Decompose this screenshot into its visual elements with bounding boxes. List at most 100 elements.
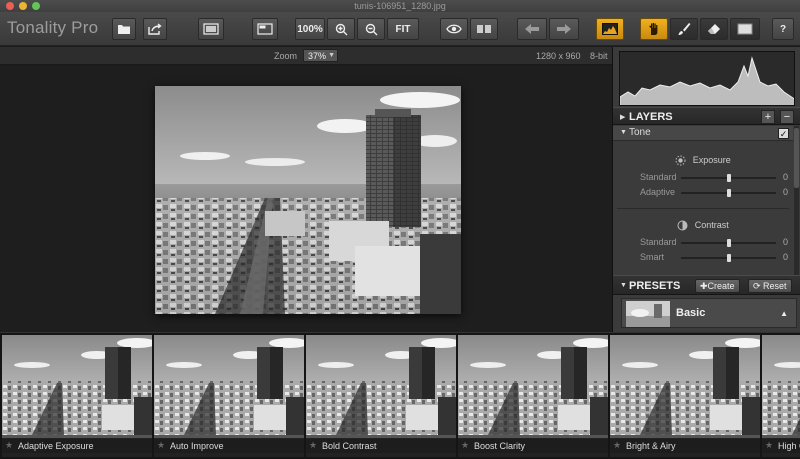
slider-label: Adaptive	[640, 187, 676, 197]
star-icon[interactable]: ★	[613, 440, 621, 451]
exposure-adaptive-slider[interactable]: Adaptive 0	[613, 186, 793, 200]
brush-tool-button[interactable]	[670, 18, 698, 40]
redo-button[interactable]	[549, 18, 579, 40]
tone-layer-label: Tone	[629, 127, 651, 138]
scrollbar-thumb[interactable]	[794, 128, 799, 188]
preset-caption: ★ Boost Clarity	[458, 439, 608, 453]
preview-button[interactable]	[440, 18, 468, 40]
image-canvas[interactable]	[0, 66, 612, 332]
zoom-in-icon	[335, 23, 347, 35]
hand-tool-button[interactable]	[640, 18, 668, 40]
exposure-icon	[675, 155, 686, 166]
layers-title: LAYERS	[629, 111, 673, 123]
preset-caption: ★ Bright & Airy	[610, 439, 760, 453]
preset-filmstrip: ★ Adaptive Exposure ★ Auto Improve ★ Bol…	[0, 332, 800, 459]
reset-preset-button[interactable]: ⟳ Reset	[748, 279, 792, 293]
preset-label: Boost Clarity	[474, 441, 526, 451]
contrast-group-title: Contrast	[613, 220, 793, 231]
contrast-standard-slider[interactable]: Standard 0	[613, 236, 793, 250]
preset-thumb-0[interactable]: ★ Adaptive Exposure	[2, 335, 152, 457]
single-view-icon	[257, 23, 273, 35]
tone-layer-row[interactable]: ▼ Tone ✓	[613, 126, 793, 141]
single-view-button[interactable]	[252, 18, 278, 40]
compare-view-button[interactable]	[198, 18, 224, 40]
photo-preview[interactable]	[155, 86, 461, 314]
layers-header[interactable]: ▶ LAYERS + −	[613, 107, 800, 125]
presets-header[interactable]: ▼ PRESETS ✚Create ⟳ Reset	[613, 275, 800, 295]
slider-knob[interactable]	[726, 189, 731, 197]
presets-title: PRESETS	[629, 280, 681, 292]
thumb-divider	[610, 435, 760, 438]
preset-label: Bright & Airy	[626, 441, 676, 451]
zoom-out-button[interactable]	[357, 18, 385, 40]
histogram-toggle-button[interactable]	[596, 18, 624, 40]
remove-layer-button[interactable]: −	[780, 110, 794, 124]
layers-scrollbar[interactable]	[794, 126, 799, 277]
undo-button[interactable]	[517, 18, 547, 40]
preset-caption: ★ Auto Improve	[154, 439, 304, 453]
preset-preview	[762, 335, 800, 435]
split-view-icon	[477, 25, 491, 33]
star-icon[interactable]: ★	[157, 440, 165, 451]
preset-preview-image	[306, 335, 456, 435]
preset-thumb-3[interactable]: ★ Boost Clarity	[458, 335, 608, 457]
group-divider	[617, 208, 789, 209]
preset-caption: ★ Bold Contrast	[306, 439, 456, 453]
preset-thumb-5[interactable]: ★ High C	[762, 335, 800, 457]
contrast-smart-slider[interactable]: Smart 0	[613, 251, 793, 265]
zoom-select[interactable]: 37% ▼	[303, 49, 338, 62]
city-photo-image	[155, 86, 461, 314]
undo-arrow-icon	[525, 24, 539, 34]
compare-view-icon	[203, 23, 219, 35]
chevron-up-icon[interactable]: ▲	[780, 309, 788, 318]
zoom-in-button[interactable]	[327, 18, 355, 40]
zoom-100-button[interactable]: 100%	[295, 18, 325, 40]
preset-preview-image	[762, 335, 800, 435]
preset-thumb-2[interactable]: ★ Bold Contrast	[306, 335, 456, 457]
eraser-tool-button[interactable]	[700, 18, 728, 40]
preset-preview-image	[2, 335, 152, 435]
slider-value: 0	[783, 187, 789, 197]
tone-layer-checkbox[interactable]: ✓	[778, 128, 789, 139]
preset-label: High C	[778, 441, 800, 451]
mask-view-icon	[737, 23, 753, 35]
open-file-button[interactable]	[112, 18, 136, 40]
create-preset-button[interactable]: ✚Create	[695, 279, 740, 293]
hand-tool-icon	[649, 23, 658, 35]
preset-preview	[154, 335, 304, 435]
preset-preview-image	[610, 335, 760, 435]
image-dimensions: 1280 x 960	[536, 51, 581, 61]
share-icon	[148, 23, 162, 35]
disclosure-right-icon: ▶	[620, 114, 626, 121]
fit-button[interactable]: FIT	[387, 18, 419, 40]
redo-arrow-icon	[557, 24, 571, 34]
slider-label: Standard	[640, 237, 677, 247]
preset-preview	[458, 335, 608, 435]
slider-value: 0	[783, 172, 789, 182]
toolbar: Tonality Pro 100% FIT ?	[0, 12, 800, 46]
slider-knob[interactable]	[726, 239, 731, 247]
preset-category-basic[interactable]: Basic ▲	[621, 298, 797, 328]
preset-thumb-4[interactable]: ★ Bright & Airy	[610, 335, 760, 457]
help-button[interactable]: ?	[772, 18, 794, 40]
split-view-button[interactable]	[470, 18, 498, 40]
add-layer-button[interactable]: +	[761, 110, 775, 124]
folder-icon	[118, 25, 130, 34]
contrast-icon	[677, 220, 688, 231]
star-icon[interactable]: ★	[309, 440, 317, 451]
thumb-divider	[2, 435, 152, 438]
preset-thumb-1[interactable]: ★ Auto Improve	[154, 335, 304, 457]
preset-label: Auto Improve	[170, 441, 224, 451]
contrast-label: Contrast	[694, 220, 729, 230]
star-icon[interactable]: ★	[765, 440, 773, 451]
mask-view-button[interactable]	[730, 18, 760, 40]
star-icon[interactable]: ★	[5, 440, 13, 451]
export-button[interactable]	[143, 18, 167, 40]
thumb-divider	[306, 435, 456, 438]
preset-label: Adaptive Exposure	[18, 441, 94, 451]
slider-knob[interactable]	[726, 174, 731, 182]
thumb-divider	[154, 435, 304, 438]
slider-knob[interactable]	[726, 254, 731, 262]
exposure-standard-slider[interactable]: Standard 0	[613, 171, 793, 185]
star-icon[interactable]: ★	[461, 440, 469, 451]
